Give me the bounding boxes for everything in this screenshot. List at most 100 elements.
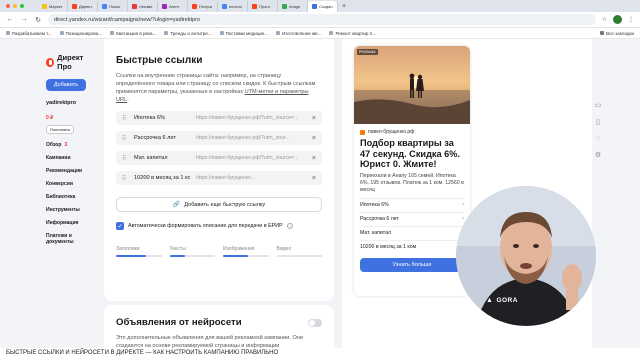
quick-link-url[interactable]: https://павел-брущенко.рф/?utm_sour...: [196, 135, 306, 141]
browser-tab[interactable]: Создан: [308, 1, 338, 12]
ad-image: РЕКЛАМА: [354, 46, 470, 124]
drag-handle-icon[interactable]: ⠿: [122, 135, 128, 142]
ad-quick-link[interactable]: 10200 в месяц за 1 ком›: [360, 239, 464, 254]
ad-domain[interactable]: павел-брущенко.рф: [360, 129, 464, 135]
remove-link-icon[interactable]: ×: [312, 135, 316, 142]
drag-handle-icon[interactable]: ⠿: [122, 155, 128, 162]
drag-handle-icon[interactable]: ⠿: [122, 175, 128, 182]
section-description: Ссылки на внутренние страницы сайта: нап…: [116, 73, 316, 103]
sidebar-menu-item[interactable]: Инструменты: [46, 207, 96, 213]
add-quick-link-button[interactable]: 🔗 Добавить еще быструю ссылку: [116, 197, 322, 212]
topup-button[interactable]: Пополнить: [46, 125, 74, 134]
quick-link-title[interactable]: 10200 в месяц за 1 ком: [134, 175, 190, 181]
new-tab-button[interactable]: +: [338, 3, 350, 10]
quick-link-row[interactable]: ⠿ Ипотека 6% https://павел-брущенко.рф/?ut…: [116, 111, 322, 125]
sidebar-menu-item[interactable]: Информация: [46, 220, 96, 226]
bookmark-item[interactable]: Поставки медицин...: [219, 31, 268, 36]
browser-tab[interactable]: Поиск: [98, 1, 128, 12]
browser-tab[interactable]: потоло: [218, 1, 248, 12]
progress-item[interactable]: Видео: [276, 246, 322, 257]
progress-bar: [169, 255, 215, 257]
progress-label: Тексты: [169, 246, 186, 252]
browser-tab[interactable]: Директ: [68, 1, 98, 12]
tab-favicon-icon: [42, 4, 47, 9]
remove-link-icon[interactable]: ×: [312, 115, 316, 122]
progress-item[interactable]: Тексты: [169, 246, 215, 257]
browser-tab[interactable]: Агент: [158, 1, 188, 12]
quick-link-title[interactable]: Ипотека 6%: [134, 115, 190, 121]
quick-link-title[interactable]: Рассрочка 6 лет: [134, 135, 190, 141]
bookmark-item[interactable]: Изготовление ме...: [276, 31, 321, 36]
menu-count-badge: 3: [64, 142, 68, 148]
bookmark-item[interactable]: Ремонт квартир п...: [329, 31, 376, 36]
sidebar-menu-item[interactable]: Обзор 3: [46, 142, 96, 148]
remove-link-icon[interactable]: ×: [312, 175, 316, 182]
quick-link-row[interactable]: ⠿ 10200 в месяц за 1 ком https://павел-бру…: [116, 171, 322, 185]
help-icon[interactable]: ?: [286, 223, 293, 229]
bookmark-favicon-icon: [276, 31, 281, 35]
reload-icon[interactable]: ↻: [34, 16, 42, 24]
profile-avatar[interactable]: [613, 15, 622, 24]
progress-bar: [223, 255, 269, 257]
monitor-icon[interactable]: ▭: [595, 101, 602, 109]
quick-link-row[interactable]: ⠿ Рассрочка 6 лет https://павел-брущенко.р…: [116, 131, 322, 145]
direct-pro-logo[interactable]: Директ Про: [46, 53, 96, 71]
auto-describe-checkbox[interactable]: ✓: [116, 222, 124, 230]
ad-cta-button[interactable]: Узнать больше: [360, 257, 464, 272]
ad-title[interactable]: Подбор квартиры за 47 секунд. Скидка 6%.…: [360, 138, 464, 170]
ad-quick-link[interactable]: Ипотека 6% ›: [360, 197, 464, 212]
progress-fill: [116, 255, 146, 257]
sidebar-menu-item[interactable]: Кампании: [46, 155, 96, 161]
close-window-icon[interactable]: [6, 4, 10, 8]
star-icon[interactable]: ☆: [602, 16, 607, 23]
quick-link-url[interactable]: https://павел-брущенко.рф/?utm_source=..…: [196, 115, 306, 121]
browser-toolbar: ← → ↻ direct.yandex.ru/wizard/campaigns/…: [0, 12, 640, 28]
ad-quick-link[interactable]: Рассрочка 6 лет ›: [360, 211, 464, 226]
maximize-window-icon[interactable]: [20, 4, 24, 8]
progress-item[interactable]: Заголовки: [116, 246, 162, 257]
sidebar-menu-item[interactable]: Конверсии: [46, 181, 96, 187]
minimize-window-icon[interactable]: [13, 4, 17, 8]
drag-handle-icon[interactable]: ⠿: [122, 115, 128, 122]
back-arrow-icon[interactable]: ←: [6, 16, 14, 23]
auto-describe-option: ✓ Автоматически формировать описание для…: [116, 222, 322, 230]
quick-link-title[interactable]: Мат. капитал: [134, 155, 190, 161]
browser-tab[interactable]: Маркет: [38, 1, 68, 12]
browser-tab[interactable]: Генера: [188, 1, 218, 12]
progress-label: Изображения: [223, 246, 255, 252]
bookmark-item[interactable]: Позиционирова...: [59, 31, 102, 36]
forward-arrow-icon[interactable]: →: [20, 16, 28, 23]
all-bookmarks-link[interactable]: Все закладки: [600, 31, 634, 36]
sidebar-menu-item[interactable]: Рекомендации: [46, 168, 96, 174]
browser-tab[interactable]: Прогн: [248, 1, 278, 12]
mobile-icon[interactable]: ▯: [596, 118, 600, 126]
account-login[interactable]: yadirektpro: [46, 100, 96, 106]
add-campaign-button[interactable]: Добавить: [46, 79, 86, 91]
bookmark-item[interactable]: Разрабатываем т...: [6, 31, 52, 36]
quick-links-section: Быстрые ссылки Ссылки на внутренние стра…: [104, 39, 334, 301]
bookmark-item[interactable]: Тренды и антитре...: [164, 31, 212, 36]
neuro-toggle[interactable]: [308, 318, 322, 327]
ad-quick-link[interactable]: Мат. капитал›: [360, 225, 464, 240]
account-balance: 0 ₽: [46, 115, 54, 121]
gora-watermark: ▲ GORA: [486, 297, 518, 304]
sidebar-menu-item[interactable]: Платежи и документы: [46, 233, 96, 245]
chat-icon[interactable]: ◌: [596, 135, 600, 142]
address-bar[interactable]: direct.yandex.ru/wizard/campaigns/new/?u…: [48, 14, 596, 25]
browser-tab[interactable]: Неизве: [128, 1, 158, 12]
sidebar-menu-item[interactable]: Библиотека: [46, 194, 96, 200]
progress-fill: [223, 255, 249, 257]
settings-icon[interactable]: ⚙: [595, 151, 601, 159]
quick-link-row[interactable]: ⠿ Мат. капитал https://павел-брущенко.рф/?…: [116, 151, 322, 165]
quick-link-url[interactable]: https://павел-брущенко...: [196, 175, 306, 181]
ad-text: Переехали в Анапу 165 семей. Ипотека 6%.…: [360, 172, 464, 193]
section-title: Быстрые ссылки: [116, 55, 203, 66]
sidebar: Директ Про Добавить yadirektpro 0 ₽ Попо…: [40, 39, 102, 348]
bookmark-item[interactable]: Квитанция в река...: [110, 31, 156, 36]
browser-tab[interactable]: Image: [278, 1, 308, 12]
quick-link-url[interactable]: https://павел-брущенко.рф/?utm_source=..…: [196, 155, 306, 161]
tab-favicon-icon: [222, 4, 227, 9]
progress-item[interactable]: Изображения: [223, 246, 269, 257]
remove-link-icon[interactable]: ×: [312, 155, 316, 162]
menu-dots-icon[interactable]: ⋮: [628, 16, 634, 23]
